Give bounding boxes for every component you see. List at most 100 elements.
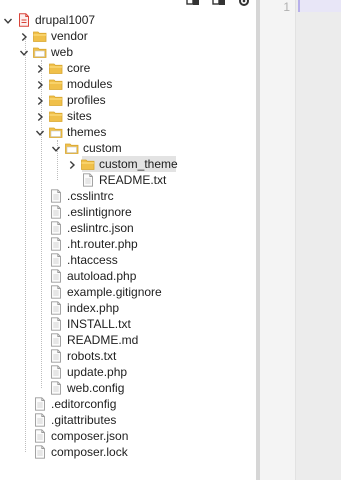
tree-item-composer-json[interactable]: composer.json [0,428,256,444]
tree-item-custom-theme[interactable]: custom_theme [0,156,256,172]
folder-open-icon [33,45,47,59]
tree-item-label: web [51,45,74,59]
file-icon [33,397,47,411]
tree-item-label: custom [83,141,122,155]
file-icon [49,237,63,251]
tree-item-label: .ht.router.php [67,237,138,251]
chevron-down-icon[interactable] [35,127,45,137]
tree-item-label: .gitattributes [51,413,117,427]
folder-icon [49,77,63,91]
chevron-right-icon[interactable] [35,111,45,122]
tree-item-label: .eslintignore [67,205,132,219]
tree-item-eslintrc-json[interactable]: .eslintrc.json [0,220,256,236]
tree-item-label: sites [67,109,92,123]
tree-item-label: core [67,61,91,75]
folder-icon [81,157,95,171]
chevron-down-icon[interactable] [19,47,29,57]
project-explorer-panel: drupal1007 vendor web core modules profiles si… [0,0,256,480]
tree-item-custom[interactable]: custom [0,140,256,156]
tree-item-modules[interactable]: modules [0,76,256,92]
collapse-all-icon[interactable] [186,0,200,7]
file-icon [49,381,63,395]
folder-icon [49,93,63,107]
tree-item-label: index.php [67,301,120,315]
tree-item-htaccess[interactable]: .htaccess [0,252,256,268]
tree-item-label: README.md [67,333,139,347]
file-icon [49,301,63,315]
tree-item-composer-lock[interactable]: composer.lock [0,444,256,460]
file-icon [49,285,63,299]
tree-item-index-php[interactable]: index.php [0,300,256,316]
folder-icon [49,61,63,75]
project-icon [17,13,31,27]
file-icon [33,429,47,443]
tree-item-label: modules [67,77,113,91]
file-icon [81,173,95,187]
editor-area[interactable]: 1 [260,0,341,480]
file-icon [49,205,63,219]
tree-item-label: .editorconfig [51,397,117,411]
tree-item-label: web.config [67,381,125,395]
tree-item-core[interactable]: core [0,60,256,76]
tree-item-label: custom_theme [99,157,178,171]
tree-item-label: .htaccess [67,253,118,267]
folder-open-icon [65,141,79,155]
tree-item-web[interactable]: web [0,44,256,60]
folder-icon [33,29,47,43]
chevron-right-icon[interactable] [35,63,45,74]
file-icon [49,349,63,363]
line-number: 1 [283,0,290,14]
file-icon [33,445,47,459]
file-icon [49,333,63,347]
tree-item-ht-router-php[interactable]: .ht.router.php [0,236,256,252]
file-icon [49,221,63,235]
folder-icon [49,109,63,123]
tree-item-label: vendor [51,29,88,43]
folder-open-icon [49,125,63,139]
file-icon [33,413,47,427]
tree-item-label: INSTALL.txt [67,317,131,331]
tree-item-vendor[interactable]: vendor [0,28,256,44]
tree-item-label: .csslintrc [67,189,114,203]
tree-item-label: .eslintrc.json [67,221,134,235]
chevron-down-icon[interactable] [3,15,13,25]
file-icon [49,253,63,267]
tree-item-label: profiles [67,93,106,107]
tree-item-eslintignore[interactable]: .eslintignore [0,204,256,220]
tree-item-autoload-php[interactable]: autoload.php [0,268,256,284]
file-icon [49,365,63,379]
tree-item-label: themes [67,125,107,139]
tree-item-label: drupal1007 [35,13,96,27]
tree-item-label: README.txt [99,173,167,187]
link-with-editor-icon[interactable] [212,0,226,7]
tree-item-web-config[interactable]: web.config [0,380,256,396]
file-icon [49,317,63,331]
chevron-down-icon[interactable] [51,143,61,153]
tree-item-gitattributes[interactable]: .gitattributes [0,412,256,428]
tree-item-install-txt[interactable]: INSTALL.txt [0,316,256,332]
tree-item-themes[interactable]: themes [0,124,256,140]
tree-item-readme-txt[interactable]: README.txt [0,172,256,188]
tree-item-editorconfig[interactable]: .editorconfig [0,396,256,412]
tree-item-label: composer.json [51,429,129,443]
tree-item-label: robots.txt [67,349,117,363]
tree-item-drupal1007[interactable]: drupal1007 [0,12,256,28]
tree-item-example-gitignore[interactable]: example.gitignore [0,284,256,300]
file-icon [49,269,63,283]
tree-item-profiles[interactable]: profiles [0,92,256,108]
tree-item-label: autoload.php [67,269,137,283]
current-line-highlight [298,0,341,12]
tree-item-sites[interactable]: sites [0,108,256,124]
tree-item-csslintrc[interactable]: .csslintrc [0,188,256,204]
chevron-right-icon[interactable] [35,95,45,106]
chevron-right-icon[interactable] [67,159,77,170]
chevron-right-icon[interactable] [19,31,29,42]
tree-item-label: update.php [67,365,128,379]
chevron-right-icon[interactable] [35,79,45,90]
tree-item-update-php[interactable]: update.php [0,364,256,380]
tree-item-readme-md[interactable]: README.md [0,332,256,348]
tree-item-robots-txt[interactable]: robots.txt [0,348,256,364]
tree-item-label: composer.lock [51,445,128,459]
tree-item-label: example.gitignore [67,285,162,299]
settings-icon[interactable] [238,0,250,7]
